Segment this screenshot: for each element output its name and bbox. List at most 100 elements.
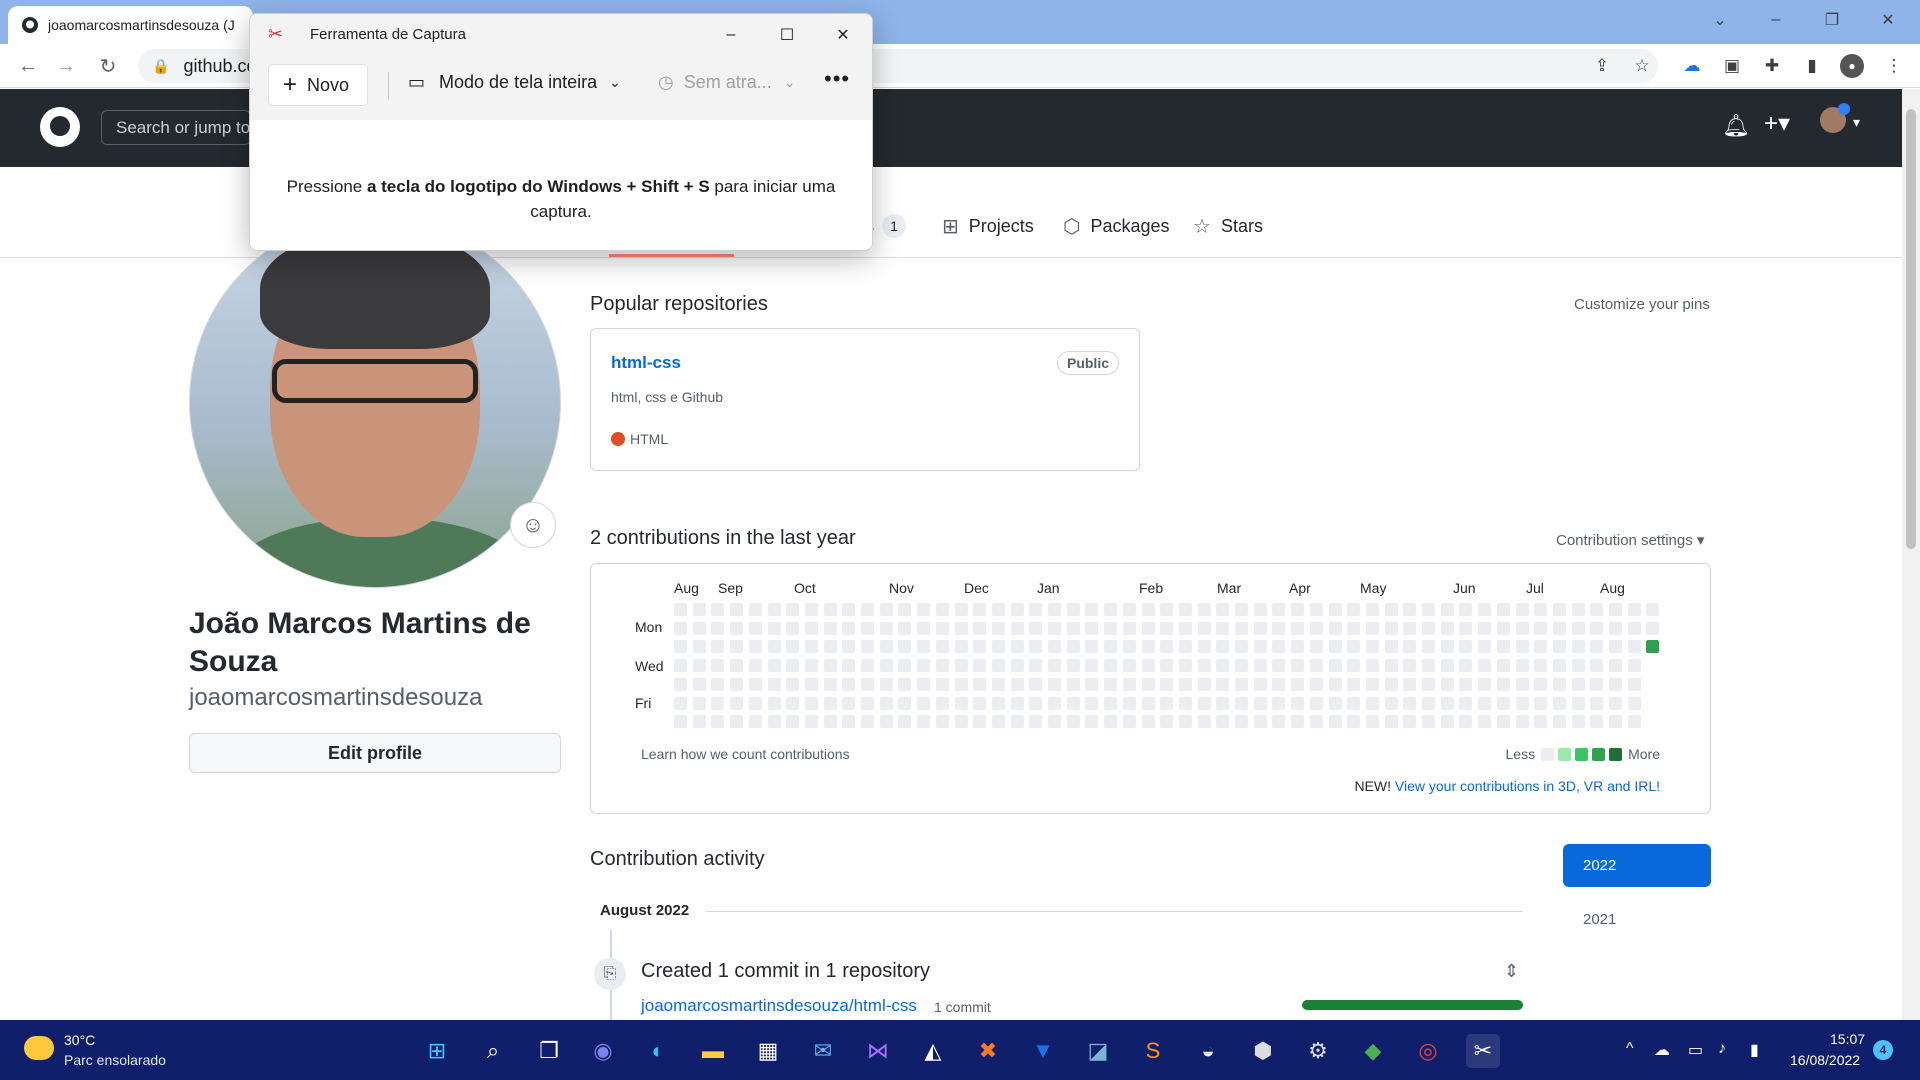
contribution-day-cell[interactable]: [1048, 677, 1061, 691]
contribution-day-cell[interactable]: [674, 659, 687, 673]
contribution-day-cell[interactable]: [1253, 696, 1267, 710]
contribution-day-cell[interactable]: [935, 659, 949, 673]
contribution-day-cell[interactable]: [1160, 677, 1174, 691]
created-commits-summary[interactable]: Created 1 commit in 1 repository: [641, 960, 930, 983]
contribution-day-cell[interactable]: [1552, 677, 1566, 691]
contribution-day-cell[interactable]: [1571, 603, 1585, 616]
contribution-day-cell[interactable]: [991, 659, 1005, 673]
contribution-day-cell[interactable]: [935, 640, 949, 654]
contribution-day-cell[interactable]: [730, 621, 744, 635]
contribution-day-cell[interactable]: [1197, 677, 1211, 691]
contribution-day-cell[interactable]: [1365, 677, 1379, 691]
contribution-day-cell[interactable]: [842, 621, 856, 635]
contribution-day-cell[interactable]: [935, 715, 949, 729]
contribution-day-cell[interactable]: [917, 696, 931, 710]
contribution-day-cell[interactable]: [1403, 677, 1417, 691]
contribution-day-cell[interactable]: [711, 696, 725, 710]
contribution-day-cell[interactable]: [1609, 621, 1622, 635]
bookmark-star-icon[interactable]: ☆: [1630, 54, 1654, 78]
contribution-day-cell[interactable]: [861, 659, 874, 673]
contribution-day-cell[interactable]: [1609, 677, 1622, 691]
virtualbox-icon[interactable]: ⬢: [1246, 1034, 1280, 1068]
contribution-day-cell[interactable]: [917, 621, 931, 635]
bell-icon[interactable]: 🔔︎: [1722, 113, 1750, 139]
contribution-day-cell[interactable]: [1216, 677, 1230, 691]
contribution-day-cell[interactable]: [1178, 621, 1192, 635]
github-logo-icon[interactable]: [40, 107, 80, 147]
contribution-day-cell[interactable]: [1066, 603, 1080, 616]
contribution-day-cell[interactable]: [1272, 715, 1286, 729]
close-button[interactable]: ✕: [1860, 0, 1916, 40]
contribution-day-cell[interactable]: [804, 696, 818, 710]
contribution-day-cell[interactable]: [1291, 621, 1305, 635]
contribution-day-cell[interactable]: [1197, 659, 1211, 673]
contribution-day-cell[interactable]: [1160, 659, 1174, 673]
contribution-day-cell[interactable]: [1216, 659, 1230, 673]
contribution-day-cell[interactable]: [842, 696, 856, 710]
contribution-day-cell[interactable]: [1422, 715, 1435, 729]
snip-close-button[interactable]: ✕: [820, 20, 866, 50]
contribution-day-cell[interactable]: [692, 640, 706, 654]
contribution-day-cell[interactable]: [1197, 715, 1211, 729]
contribution-day-cell[interactable]: [1384, 696, 1398, 710]
extension-icon[interactable]: ▣: [1720, 54, 1744, 78]
share-icon[interactable]: ⇪: [1590, 54, 1614, 78]
contribution-day-cell[interactable]: [1552, 603, 1566, 616]
contribution-day-cell[interactable]: [786, 603, 800, 616]
contribution-day-cell[interactable]: [730, 640, 744, 654]
contribution-day-cell[interactable]: [1496, 696, 1510, 710]
snip-delay-dropdown[interactable]: ◷ Sem atra... ⌄: [658, 72, 795, 93]
visual-studio-icon[interactable]: ⋈: [861, 1034, 895, 1068]
back-button[interactable]: ←: [14, 52, 42, 80]
contribution-day-cell[interactable]: [786, 715, 800, 729]
contribution-day-cell[interactable]: [879, 715, 893, 729]
contribution-day-cell[interactable]: [954, 715, 968, 729]
contribution-day-cell[interactable]: [1422, 677, 1435, 691]
contribution-day-cell[interactable]: [767, 696, 781, 710]
side-panel-icon[interactable]: ▮: [1800, 54, 1824, 78]
contribution-day-cell[interactable]: [1590, 640, 1604, 654]
github-search-input[interactable]: Search or jump to: [101, 110, 251, 145]
snip-mode-dropdown[interactable]: ▭ Modo de tela inteira ⌄: [408, 72, 621, 93]
contribution-day-cell[interactable]: [804, 659, 818, 673]
contribution-day-cell[interactable]: [711, 677, 725, 691]
contribution-day-cell[interactable]: [1104, 621, 1118, 635]
contribution-day-cell[interactable]: [1216, 715, 1230, 729]
tray-overflow-icon[interactable]: ^: [1626, 1040, 1634, 1058]
contribution-day-cell[interactable]: [1309, 603, 1323, 616]
contribution-day-cell[interactable]: [935, 603, 949, 616]
contribution-day-cell[interactable]: [823, 677, 837, 691]
contribution-day-cell[interactable]: [973, 640, 987, 654]
restore-button[interactable]: ❐: [1804, 0, 1860, 40]
contribution-day-cell[interactable]: [1048, 640, 1061, 654]
contribution-day-cell[interactable]: [1328, 640, 1342, 654]
contribution-day-cell[interactable]: [1085, 677, 1099, 691]
contribution-day-cell[interactable]: [1085, 621, 1099, 635]
contribution-day-cell[interactable]: [1515, 603, 1529, 616]
snipping-tool-taskbar-icon[interactable]: ✂: [1466, 1034, 1500, 1068]
contribution-day-cell[interactable]: [1590, 715, 1604, 729]
chrome-icon[interactable]: ◎: [1411, 1034, 1445, 1068]
contribution-day-cell[interactable]: [1571, 677, 1585, 691]
contribution-day-cell[interactable]: [1104, 640, 1118, 654]
contribution-day-cell[interactable]: [1010, 621, 1024, 635]
contribution-day-cell[interactable]: [1010, 715, 1024, 729]
contribution-day-cell[interactable]: [1478, 603, 1492, 616]
contribution-day-cell[interactable]: [1122, 621, 1136, 635]
contribution-day-cell[interactable]: [748, 659, 762, 673]
contribution-day-cell[interactable]: [1141, 603, 1155, 616]
contribution-day-cell[interactable]: [879, 659, 893, 673]
forward-button[interactable]: →: [52, 52, 80, 80]
contribution-day-cell[interactable]: [1235, 677, 1248, 691]
contribution-day-cell[interactable]: [1403, 696, 1417, 710]
contribution-day-cell[interactable]: [991, 603, 1005, 616]
contribution-day-cell[interactable]: [1609, 715, 1622, 729]
browser-tab[interactable]: joaomarcosmartinsdesouza (J: [8, 6, 253, 44]
eclipse-icon[interactable]: ◒: [1191, 1034, 1225, 1068]
contribution-day-cell[interactable]: [1534, 640, 1548, 654]
contribution-day-cell[interactable]: [1048, 715, 1061, 729]
contribution-day-cell[interactable]: [1571, 640, 1585, 654]
contribution-day-cell[interactable]: [1496, 677, 1510, 691]
contribution-day-cell[interactable]: [1515, 640, 1529, 654]
contribution-day-cell[interactable]: [1496, 659, 1510, 673]
